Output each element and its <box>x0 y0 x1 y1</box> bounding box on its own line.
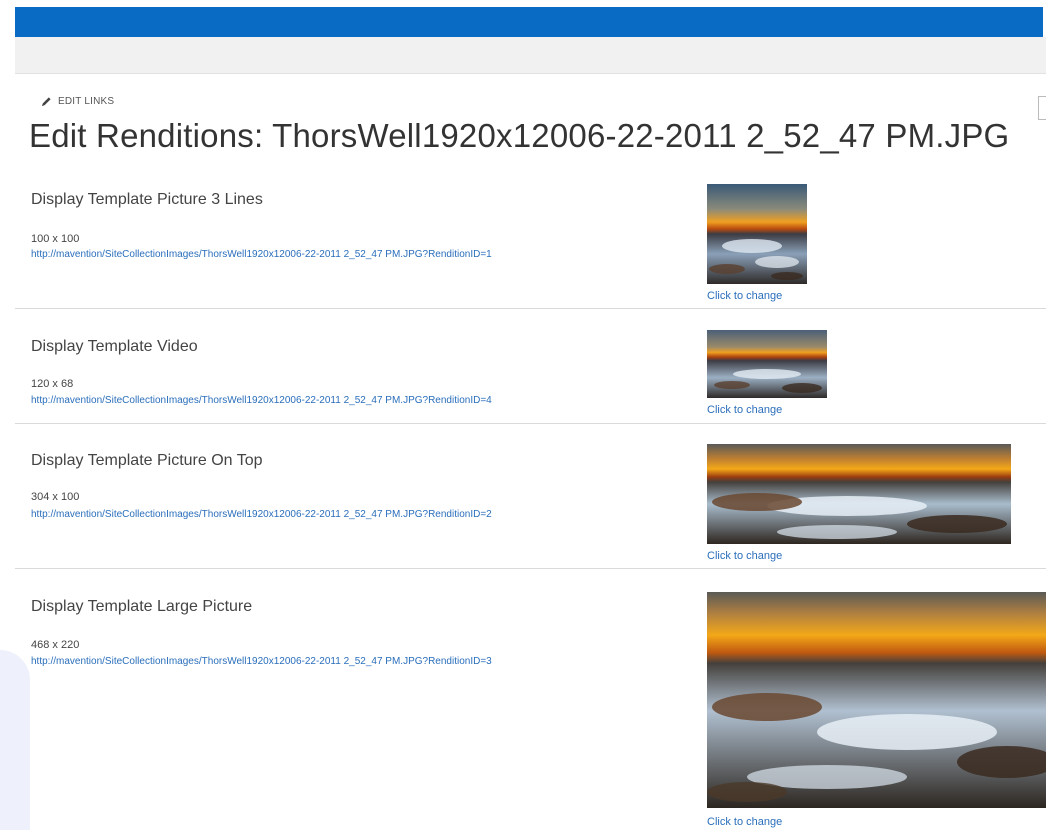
rendition-thumbnail[interactable] <box>707 592 1046 808</box>
decorative-watermark <box>0 650 30 830</box>
rendition-name: Display Template Video <box>31 338 198 355</box>
rendition-url-link[interactable]: http://mavention/SiteCollectionImages/Th… <box>31 656 492 667</box>
rendition-url-link[interactable]: http://mavention/SiteCollectionImages/Th… <box>31 509 492 520</box>
rendition-url-link[interactable]: http://mavention/SiteCollectionImages/Th… <box>31 395 492 406</box>
window-top-edge <box>0 0 1046 7</box>
edit-links-label: EDIT LINKS <box>58 96 115 107</box>
seascape-image <box>707 330 827 398</box>
rendition-name: Display Template Large Picture <box>31 598 253 615</box>
divider <box>15 568 1046 569</box>
rendition-dimensions: 100 x 100 <box>31 233 80 245</box>
rendition-thumbnail[interactable] <box>707 444 1011 544</box>
rendition-dimensions: 120 x 68 <box>31 378 74 390</box>
suite-bar <box>15 7 1043 37</box>
seascape-image <box>707 592 1046 808</box>
rendition-row: Display Template Large Picture 468 x 220… <box>15 586 1046 830</box>
divider <box>15 308 1046 309</box>
rendition-row: Display Template Video 120 x 68 http://m… <box>15 325 1046 421</box>
click-to-change-link[interactable]: Click to change <box>707 290 782 302</box>
click-to-change-link[interactable]: Click to change <box>707 404 782 416</box>
divider <box>15 423 1046 424</box>
click-to-change-link[interactable]: Click to change <box>707 816 782 828</box>
rendition-url-link[interactable]: http://mavention/SiteCollectionImages/Th… <box>31 249 492 260</box>
pencil-icon <box>41 97 51 107</box>
rendition-dimensions: 304 x 100 <box>31 491 80 503</box>
rendition-thumbnail[interactable] <box>707 330 827 398</box>
page-edge-marker <box>1038 96 1046 120</box>
rendition-name: Display Template Picture On Top <box>31 452 263 469</box>
click-to-change-link[interactable]: Click to change <box>707 550 782 562</box>
ribbon-bar <box>15 37 1046 74</box>
rendition-row: Display Template Picture 3 Lines 100 x 1… <box>15 180 1046 308</box>
rendition-thumbnail[interactable] <box>707 184 807 284</box>
seascape-image <box>707 184 807 284</box>
seascape-image <box>707 444 1011 544</box>
page-title: Edit Renditions: ThorsWell1920x12006-22-… <box>29 117 1010 154</box>
edit-links-button[interactable]: EDIT LINKS <box>41 96 114 107</box>
rendition-row: Display Template Picture On Top 304 x 10… <box>15 440 1046 568</box>
rendition-name: Display Template Picture 3 Lines <box>31 191 263 208</box>
rendition-dimensions: 468 x 220 <box>31 639 80 651</box>
